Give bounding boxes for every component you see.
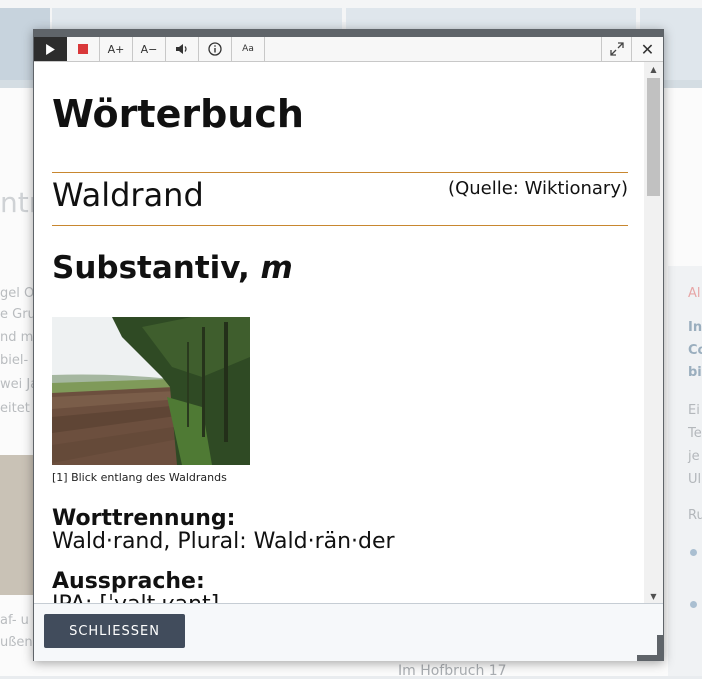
background-text: ußen bbox=[0, 635, 33, 650]
font-decrease-button[interactable]: A− bbox=[133, 37, 166, 61]
volume-icon bbox=[176, 44, 187, 54]
background-text: e Gru bbox=[0, 307, 36, 322]
gender-label: m bbox=[260, 250, 293, 286]
hyphenation-text: Wald·rand, Plural: Wald·rän·der bbox=[52, 529, 395, 554]
dictionary-title: Wörterbuch bbox=[52, 92, 304, 136]
stop-button[interactable] bbox=[67, 37, 100, 61]
background-sidebar-text: Ul bbox=[688, 472, 702, 487]
background-text: eitet bbox=[0, 401, 30, 416]
background-text: af- u bbox=[0, 613, 29, 628]
play-button[interactable] bbox=[34, 37, 67, 61]
forest-edge-photo bbox=[52, 317, 250, 465]
info-icon bbox=[208, 42, 222, 56]
part-of-speech: Substantiv, m bbox=[52, 250, 293, 286]
dialog-top-border bbox=[34, 30, 663, 37]
scrollbar-thumb[interactable] bbox=[647, 78, 660, 196]
content-scrollbar[interactable]: ▲ ▼ bbox=[644, 62, 663, 603]
background-sidebar-text: je bbox=[688, 449, 700, 464]
background-text: nd m bbox=[0, 330, 34, 345]
entry-source: (Quelle: Wiktionary) bbox=[448, 178, 628, 199]
expand-icon bbox=[609, 42, 624, 56]
background-sidebar-text: Ei bbox=[688, 403, 700, 418]
pronunciation-text: IPA: [ˈvaltˌʁant] bbox=[52, 592, 219, 603]
pronunciation-heading: Aussprache: bbox=[52, 569, 205, 594]
divider bbox=[52, 172, 628, 173]
background-text: gel O bbox=[0, 286, 35, 301]
close-icon-button[interactable]: ✕ bbox=[632, 37, 663, 61]
dictionary-content[interactable]: Wörterbuch Waldrand (Quelle: Wiktionary)… bbox=[34, 62, 663, 603]
image-caption: [1] Blick entlang des Waldrands bbox=[52, 471, 227, 484]
background-sidebar-text: Co bbox=[688, 343, 702, 358]
background-image bbox=[0, 455, 33, 595]
volume-button[interactable] bbox=[166, 37, 199, 61]
font-settings-icon: Aa bbox=[242, 44, 254, 54]
background-sidebar-text: In bbox=[688, 320, 702, 335]
expand-button[interactable] bbox=[601, 37, 632, 61]
stop-icon bbox=[78, 44, 88, 54]
dialog-footer: SCHLIESSEN bbox=[34, 603, 663, 661]
dictionary-dialog: A+ A− Aa ✕ Wörterbuch Waldrand (Quelle: … bbox=[33, 29, 664, 661]
background-sidebar-text: bi bbox=[688, 365, 702, 380]
font-increase-button[interactable]: A+ bbox=[100, 37, 133, 61]
scroll-down-arrow-icon[interactable]: ▼ bbox=[644, 589, 663, 603]
background-bullet bbox=[690, 601, 697, 608]
hyphenation-heading: Worttrennung: bbox=[52, 506, 236, 531]
font-settings-button[interactable]: Aa bbox=[232, 37, 265, 61]
scroll-up-arrow-icon[interactable]: ▲ bbox=[644, 62, 663, 76]
reader-toolbar: A+ A− Aa ✕ bbox=[34, 37, 663, 62]
play-icon bbox=[46, 43, 55, 55]
background-sidebar-text: Ru bbox=[688, 508, 702, 523]
resize-handle-icon[interactable] bbox=[637, 635, 663, 661]
info-button[interactable] bbox=[199, 37, 232, 61]
background-bullet bbox=[690, 549, 697, 556]
background-address: Im Hofbruch 17 bbox=[398, 663, 507, 679]
divider bbox=[52, 225, 628, 226]
close-button[interactable]: SCHLIESSEN bbox=[44, 614, 185, 648]
part-of-speech-label: Substantiv, bbox=[52, 250, 250, 286]
entry-word: Waldrand bbox=[52, 176, 204, 214]
background-sidebar-heading: Al bbox=[688, 286, 701, 301]
background-sidebar-text: Te bbox=[688, 426, 702, 441]
